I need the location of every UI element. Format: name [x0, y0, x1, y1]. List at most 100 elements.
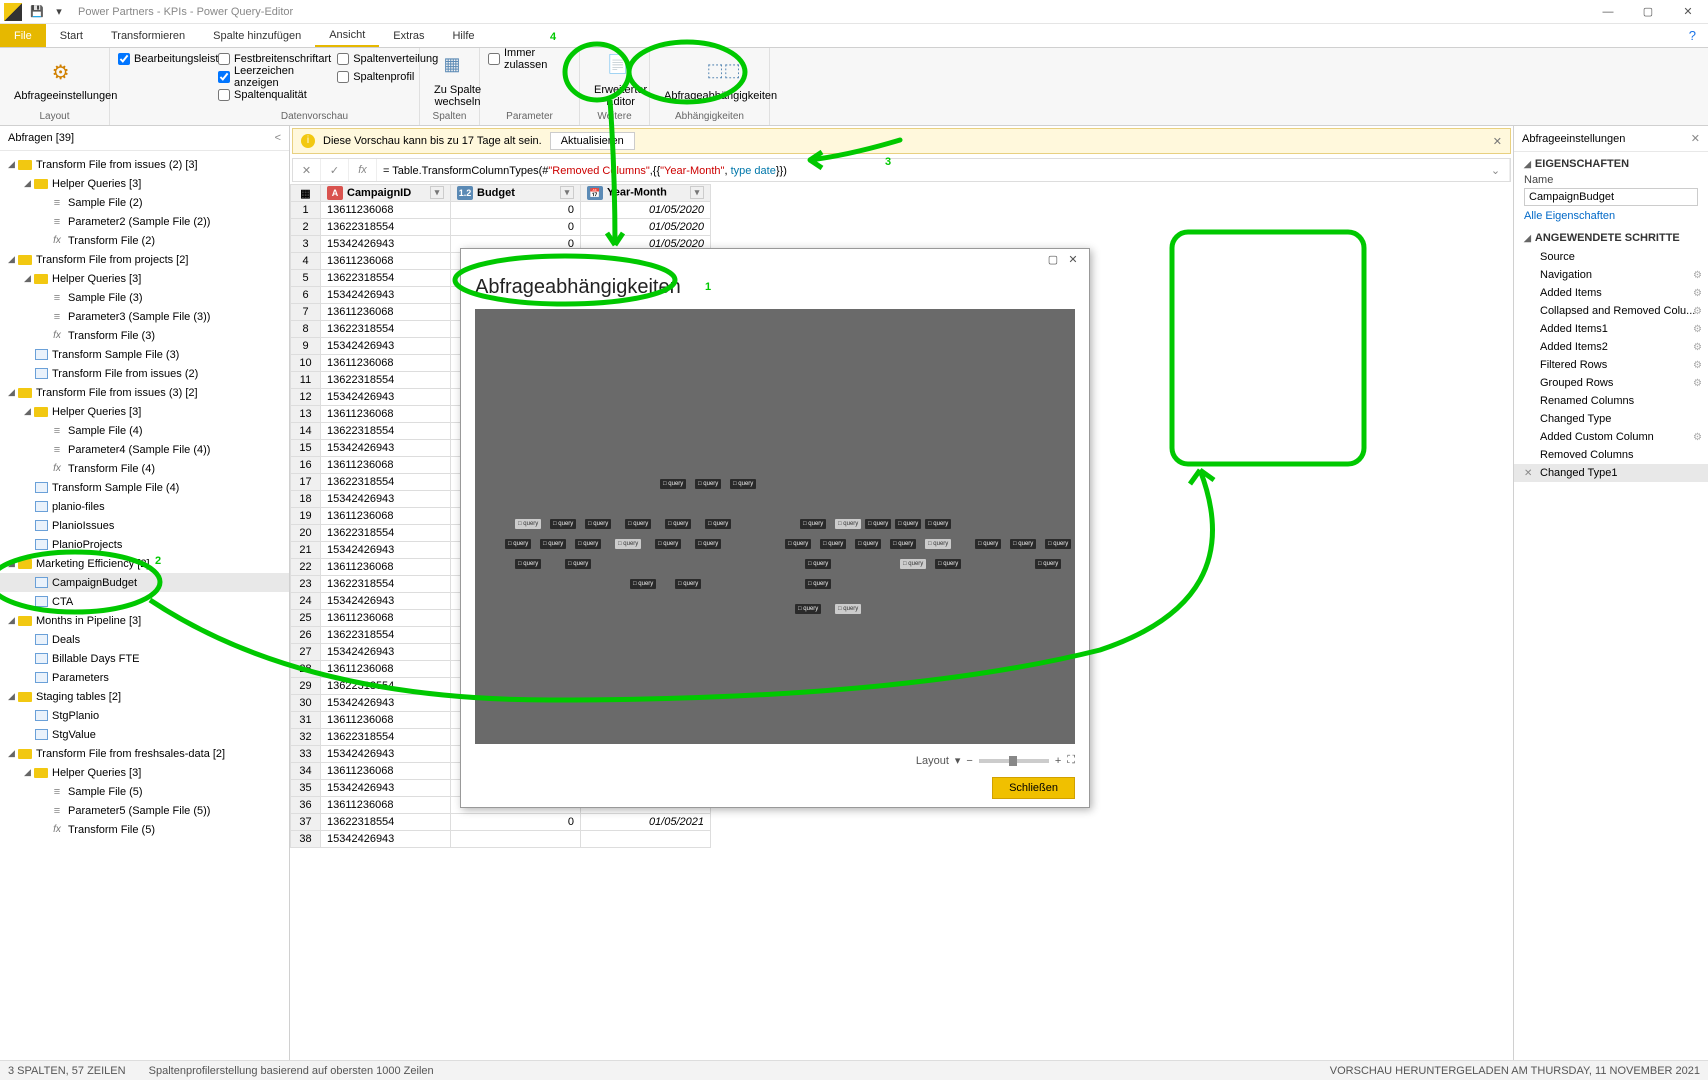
applied-step[interactable]: Source: [1514, 248, 1708, 266]
tab-addcolumn[interactable]: Spalte hinzufügen: [199, 24, 315, 47]
graph-node[interactable]: □ query: [695, 539, 721, 549]
cell[interactable]: 15342426943: [321, 746, 451, 763]
maximize-button[interactable]: ▢: [1628, 0, 1668, 24]
tab-extras[interactable]: Extras: [379, 24, 438, 47]
dialog-close-icon[interactable]: ✕: [1063, 253, 1083, 266]
zoom-out-icon[interactable]: −: [966, 755, 972, 767]
tree-item[interactable]: ◢Months in Pipeline [3]: [0, 611, 289, 630]
cell[interactable]: 15342426943: [321, 287, 451, 304]
tree-item[interactable]: Sample File (3): [0, 288, 289, 307]
row-header[interactable]: 16: [291, 457, 321, 474]
cell[interactable]: 15342426943: [321, 593, 451, 610]
cell[interactable]: 13622318554: [321, 678, 451, 695]
chk-col-quality[interactable]: Spaltenqualität: [218, 87, 331, 103]
cell[interactable]: [581, 831, 711, 848]
tree-item[interactable]: Sample File (4): [0, 421, 289, 440]
row-header[interactable]: 34: [291, 763, 321, 780]
row-header[interactable]: 3: [291, 236, 321, 253]
query-dependencies-button[interactable]: ⬚⬚ Abfrageabhängigkeiten: [658, 51, 783, 111]
applied-step[interactable]: Changed Type: [1514, 410, 1708, 428]
refresh-button[interactable]: Aktualisieren: [550, 132, 635, 150]
cell[interactable]: 0: [451, 219, 581, 236]
graph-node[interactable]: □ query: [515, 519, 541, 529]
graph-node[interactable]: □ query: [805, 559, 831, 569]
tree-item[interactable]: Parameter4 (Sample File (4)): [0, 440, 289, 459]
col-yearmonth[interactable]: 📅Year-Month▾: [581, 185, 711, 202]
tree-item[interactable]: Transform File from issues (2): [0, 364, 289, 383]
cell[interactable]: 13611236068: [321, 304, 451, 321]
graph-node[interactable]: □ query: [855, 539, 881, 549]
cell[interactable]: 13611236068: [321, 661, 451, 678]
tab-help[interactable]: Hilfe: [438, 24, 488, 47]
cell[interactable]: 13611236068: [321, 202, 451, 219]
row-header[interactable]: 7: [291, 304, 321, 321]
row-header[interactable]: 5: [291, 270, 321, 287]
applied-step[interactable]: Added Items1⚙: [1514, 320, 1708, 338]
graph-node[interactable]: □ query: [550, 519, 576, 529]
tree-item[interactable]: ◢Helper Queries [3]: [0, 402, 289, 421]
collapse-pane-icon[interactable]: <: [275, 132, 281, 144]
tree-item[interactable]: CTA: [0, 592, 289, 611]
applied-step[interactable]: Added Items⚙: [1514, 284, 1708, 302]
graph-node[interactable]: □ query: [975, 539, 1001, 549]
tree-item[interactable]: ◢Staging tables [2]: [0, 687, 289, 706]
dependency-graph[interactable]: □ query □ query □ query □ query □ query □ que…: [475, 309, 1075, 744]
formula-text[interactable]: = Table.TransformColumnTypes(#"Removed C…: [377, 163, 1482, 177]
cell[interactable]: 13611236068: [321, 712, 451, 729]
applied-step[interactable]: Grouped Rows⚙: [1514, 374, 1708, 392]
graph-node[interactable]: □ query: [865, 519, 891, 529]
row-header[interactable]: 28: [291, 661, 321, 678]
tree-item[interactable]: Transform File (5): [0, 820, 289, 839]
corner-cell[interactable]: ▦: [291, 185, 321, 202]
cell[interactable]: 13611236068: [321, 406, 451, 423]
query-settings-button[interactable]: ⚙ Abfrageeinstellungen: [8, 51, 123, 111]
close-settings-icon[interactable]: ✕: [1691, 132, 1700, 145]
graph-node[interactable]: □ query: [515, 559, 541, 569]
tree-item[interactable]: PlanioProjects: [0, 535, 289, 554]
close-button[interactable]: ✕: [1668, 0, 1708, 24]
graph-node[interactable]: □ query: [800, 519, 826, 529]
query-name-input[interactable]: [1524, 188, 1698, 206]
tree-item[interactable]: ◢Transform File from freshsales-data [2]: [0, 744, 289, 763]
cell[interactable]: 13622318554: [321, 525, 451, 542]
tree-item[interactable]: Transform File (3): [0, 326, 289, 345]
cell[interactable]: 13622318554: [321, 729, 451, 746]
row-header[interactable]: 19: [291, 508, 321, 525]
row-header[interactable]: 37: [291, 814, 321, 831]
cell[interactable]: 13611236068: [321, 253, 451, 270]
tree-item[interactable]: ◢Helper Queries [3]: [0, 763, 289, 782]
qat-dropdown[interactable]: ▾: [48, 1, 70, 23]
cell[interactable]: 01/05/2020: [581, 219, 711, 236]
cell[interactable]: 0: [451, 202, 581, 219]
graph-node[interactable]: □ query: [615, 539, 641, 549]
dialog-maximize-icon[interactable]: ▢: [1043, 253, 1063, 266]
graph-node[interactable]: □ query: [705, 519, 731, 529]
cell[interactable]: 13611236068: [321, 797, 451, 814]
graph-node[interactable]: □ query: [730, 479, 756, 489]
tab-view[interactable]: Ansicht: [315, 24, 379, 47]
cell[interactable]: 13611236068: [321, 763, 451, 780]
graph-node[interactable]: □ query: [585, 519, 611, 529]
graph-node[interactable]: □ query: [795, 604, 821, 614]
tree-item[interactable]: Billable Days FTE: [0, 649, 289, 668]
tree-item[interactable]: Parameter5 (Sample File (5)): [0, 801, 289, 820]
cell[interactable]: 01/05/2020: [581, 202, 711, 219]
cell[interactable]: 13611236068: [321, 355, 451, 372]
zoom-slider[interactable]: [979, 759, 1049, 763]
row-header[interactable]: 21: [291, 542, 321, 559]
row-header[interactable]: 26: [291, 627, 321, 644]
graph-node[interactable]: □ query: [655, 539, 681, 549]
goto-column-button[interactable]: ▦ Zu Spalte wechseln: [428, 51, 487, 111]
toast-close-icon[interactable]: ✕: [1493, 135, 1502, 148]
cell[interactable]: 15342426943: [321, 491, 451, 508]
tree-item[interactable]: ◢Transform File from issues (3) [2]: [0, 383, 289, 402]
row-header[interactable]: 8: [291, 321, 321, 338]
cell[interactable]: 13622318554: [321, 321, 451, 338]
row-header[interactable]: 6: [291, 287, 321, 304]
graph-node[interactable]: □ query: [1035, 559, 1061, 569]
row-header[interactable]: 23: [291, 576, 321, 593]
tree-item[interactable]: PlanioIssues: [0, 516, 289, 535]
row-header[interactable]: 18: [291, 491, 321, 508]
chk-formula-bar[interactable]: Bearbeitungsleiste: [118, 51, 225, 67]
cell[interactable]: 15342426943: [321, 389, 451, 406]
